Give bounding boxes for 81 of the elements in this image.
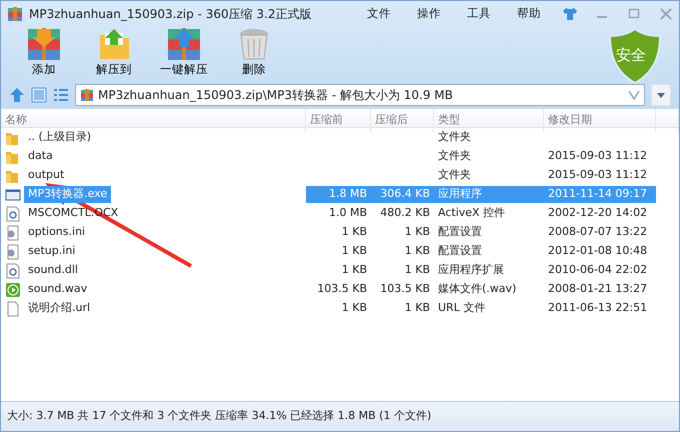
- document-icon: [5, 300, 21, 316]
- gear-document-icon: [5, 206, 21, 222]
- file-name[interactable]: 说明介绍.url: [24, 300, 94, 317]
- packed-size: 1 KB: [404, 300, 431, 316]
- menu-item[interactable]: 文件: [357, 5, 401, 23]
- chevron-icon: [628, 90, 640, 100]
- file-type: 应用程序: [434, 186, 544, 203]
- modified-date: 2010-06-04 22:02: [547, 262, 648, 278]
- address-field[interactable]: MP3zhuanhuan_150903.zip\MP3转换器 - 解包大小为 10.9 MB: [75, 84, 645, 106]
- file-name[interactable]: options.ini: [24, 224, 90, 241]
- window-title: MP3zhuanhuan_150903.zip - 360压缩 3.2正式版: [29, 6, 312, 23]
- file-type: 配置设置: [437, 243, 483, 260]
- modified-date: 2012-01-08 10:48: [547, 243, 648, 260]
- file-name[interactable]: output: [24, 167, 68, 184]
- gear-document-icon: [5, 262, 21, 278]
- file-type: URL 文件: [437, 300, 486, 316]
- shield-icon: [607, 27, 663, 83]
- file-type: ActiveX 控件: [437, 205, 506, 222]
- list-view-icon[interactable]: [53, 87, 69, 103]
- column-header[interactable]: 修改日期: [544, 109, 656, 132]
- folder-icon: [97, 27, 131, 61]
- application-icon: [5, 186, 21, 202]
- menu-item[interactable]: 操作: [407, 5, 451, 23]
- packed-size: 103.5 KB: [379, 281, 431, 298]
- shirt-icon[interactable]: [562, 7, 578, 21]
- file-size: 1.0 MB: [328, 205, 368, 222]
- gear-document-icon: [5, 224, 21, 240]
- gear-document-icon: [5, 244, 21, 260]
- modified-date: 2008-07-07 13:22: [547, 224, 648, 240]
- security-badge-text: 安全: [616, 45, 646, 66]
- modified-date: 2008-01-21 13:27: [547, 281, 648, 298]
- archive-icon: [167, 27, 201, 61]
- up-arrow-icon[interactable]: [9, 87, 25, 103]
- file-name[interactable]: setup.ini: [24, 243, 80, 260]
- file-type: 文件夹: [437, 167, 472, 184]
- toolbar-button[interactable]: 解压到: [85, 27, 143, 83]
- thumbnail-view-icon[interactable]: [31, 87, 47, 103]
- file-type: 文件夹: [437, 148, 472, 164]
- toolbar-button[interactable]: 一键解压: [155, 27, 213, 83]
- file-size: 1 KB: [340, 224, 368, 240]
- column-header[interactable]: 类型: [434, 109, 544, 132]
- file-name[interactable]: .. (上级目录): [24, 129, 96, 146]
- file-size: 1 KB: [340, 243, 368, 260]
- file-name[interactable]: sound.wav: [24, 281, 92, 298]
- toolbar-button[interactable]: 添加: [15, 27, 73, 83]
- modified-date: 2015-09-03 11:12: [547, 148, 648, 164]
- archive-add-icon: [27, 27, 61, 61]
- file-size: 103.5 KB: [316, 281, 368, 298]
- play-icon: [5, 282, 21, 298]
- file-type: 应用程序扩展: [437, 262, 505, 278]
- modified-date: 2002-12-20 14:02: [547, 205, 648, 222]
- status-text: 大小: 3.7 MB 共 17 个文件和 3 个文件夹 压缩率 34.1% 已经选择 1.8 MB (1 个文件): [7, 408, 432, 424]
- caret-icon: [657, 92, 665, 98]
- file-size: 1 KB: [340, 262, 368, 278]
- archive-icon: [7, 6, 23, 22]
- packed-size: 1 KB: [404, 224, 431, 240]
- file-name[interactable]: data: [24, 148, 57, 165]
- column-header[interactable]: 名称: [1, 109, 306, 132]
- file-size: 1.8 MB: [306, 186, 371, 203]
- archive-icon: [80, 88, 94, 102]
- menu-item[interactable]: 帮助: [507, 5, 551, 23]
- packed-size: 1 KB: [404, 262, 431, 278]
- file-type: 媒体文件(.wav): [437, 281, 518, 298]
- packed-size: 480.2 KB: [379, 205, 431, 222]
- close-icon[interactable]: [659, 7, 673, 21]
- packed-size: 306.4 KB: [371, 186, 434, 203]
- menu-item[interactable]: 工具: [457, 5, 501, 23]
- file-type: 文件夹: [437, 129, 472, 146]
- trash-icon: [237, 27, 271, 61]
- modified-date: 2011-06-13 22:51: [547, 300, 648, 316]
- modified-date: 2015-09-03 11:12: [547, 167, 648, 184]
- file-name[interactable]: sound.dll: [24, 262, 82, 279]
- packed-size: 1 KB: [404, 243, 431, 260]
- modified-date: 2011-11-14 09:17: [544, 186, 656, 203]
- dropdown-button[interactable]: [651, 84, 671, 106]
- file-type: 配置设置: [437, 224, 483, 240]
- file-size: 1 KB: [340, 300, 368, 316]
- maximize-icon[interactable]: [627, 7, 641, 21]
- column-header[interactable]: 压缩前: [306, 109, 371, 132]
- column-header[interactable]: 压缩后: [371, 109, 434, 132]
- toolbar-button[interactable]: 删除: [225, 27, 283, 83]
